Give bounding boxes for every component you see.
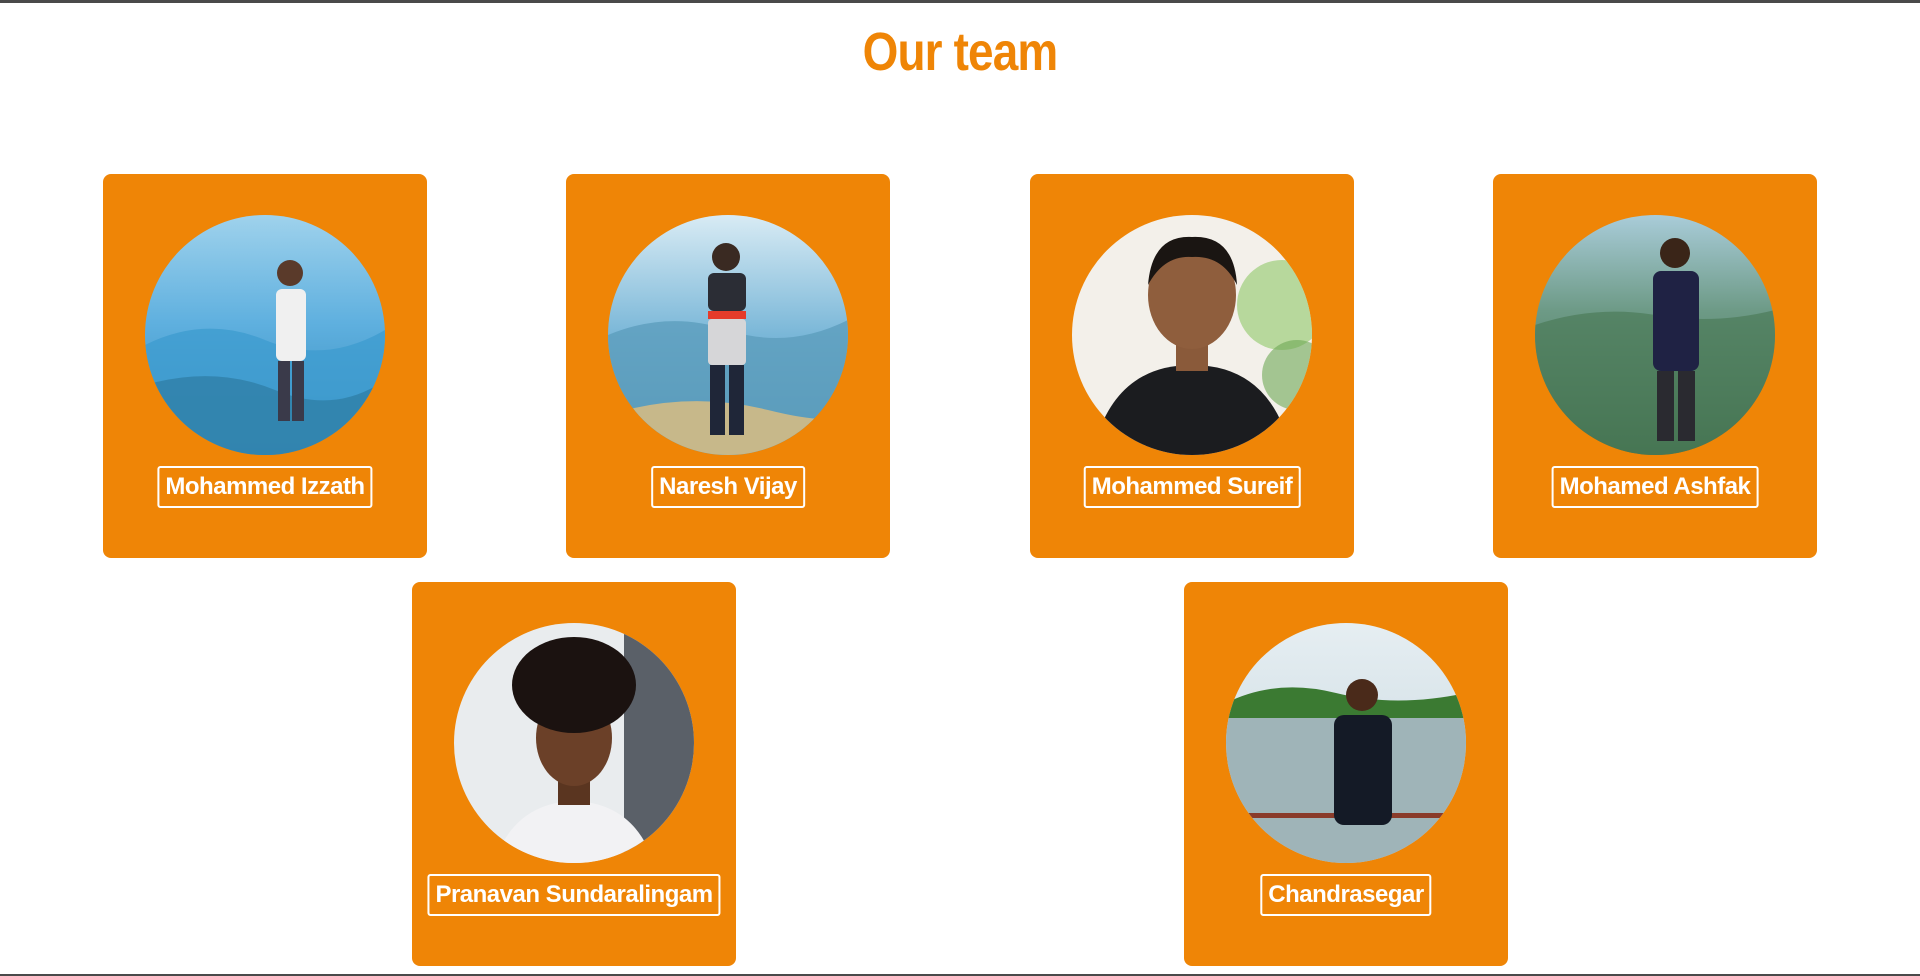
member-photo [1226, 623, 1466, 863]
team-card: Mohamed Ashfak [1493, 174, 1817, 558]
member-photo [145, 215, 385, 455]
member-name: Mohammed Sureif [1083, 466, 1301, 508]
team-page: Our team Mohammed Izzath Naresh Vijay Mo… [0, 0, 1920, 976]
member-name: Chandrasegar [1260, 874, 1432, 916]
page-title: Our team [862, 22, 1059, 82]
member-photo [608, 215, 848, 455]
team-card: Mohammed Izzath [103, 174, 427, 558]
member-name: Naresh Vijay [651, 466, 805, 508]
team-card: Naresh Vijay [566, 174, 890, 558]
member-name: Pranavan Sundaralingam [427, 874, 721, 916]
member-name: Mohammed Izzath [157, 466, 373, 508]
team-card: Mohammed Sureif [1030, 174, 1354, 558]
member-photo [1072, 215, 1312, 455]
team-card: Pranavan Sundaralingam [412, 582, 736, 966]
member-name: Mohamed Ashfak [1551, 466, 1759, 508]
member-photo [1535, 215, 1775, 455]
team-card: Chandrasegar [1184, 582, 1508, 966]
member-photo [454, 623, 694, 863]
